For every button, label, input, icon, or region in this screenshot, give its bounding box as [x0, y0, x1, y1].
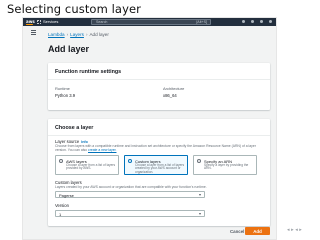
custom-layer-value: Pagerse	[59, 193, 74, 198]
version-label: Version	[55, 203, 69, 208]
runtime-settings-title: Function runtime settings	[55, 69, 122, 75]
custom-layers-description: Layers created by your AWS account or or…	[55, 185, 207, 189]
page-title: Add layer	[48, 44, 90, 54]
create-layer-link[interactable]: create a new layer.	[88, 148, 116, 152]
choose-layer-header: Choose a layer	[48, 119, 270, 136]
slide-title: Selecting custom layer	[7, 2, 141, 16]
menu-icon[interactable]	[31, 30, 36, 36]
runtime-value: Python 3.9	[55, 93, 76, 98]
custom-layer-select[interactable]: Pagerse	[55, 191, 205, 198]
runtime-label: Runtime	[55, 86, 70, 91]
aws-logo-smile	[26, 24, 33, 25]
add-button-label: Add	[253, 228, 262, 234]
radio-selected-icon[interactable]	[128, 159, 132, 163]
option-aws-layers[interactable]: AWS layers Choose a layer from a list of…	[55, 155, 119, 175]
search-placeholder: Search	[96, 20, 108, 24]
console-screenshot: aws Services Search [Alt+S] Lambda › Lay…	[22, 17, 277, 240]
architecture-value: x86_64	[163, 93, 177, 98]
services-button[interactable]: Services	[43, 19, 58, 24]
option-specify-arn[interactable]: Specify an ARN Specify a layer by provid…	[193, 155, 257, 175]
architecture-label: Architecture	[163, 86, 185, 91]
runtime-settings-header: Function runtime settings	[48, 63, 270, 80]
option-description: Specify a layer by providing the ARN.	[204, 162, 249, 171]
cloudshell-icon[interactable]	[242, 20, 245, 23]
option-description: Choose a layer from a list of layers cre…	[135, 162, 185, 175]
add-button[interactable]: Add	[245, 227, 270, 235]
cancel-button[interactable]: Cancel	[230, 229, 244, 234]
search-input[interactable]: Search [Alt+S]	[91, 19, 211, 25]
choose-layer-title: Choose a layer	[55, 125, 94, 131]
option-description: Choose a layer from a list of layers pro…	[66, 162, 116, 171]
version-value: 1	[59, 212, 62, 217]
version-select[interactable]: 1	[55, 210, 205, 217]
breadcrumb-current: Add layer	[89, 32, 109, 37]
layer-source-description: Choose from layers with a compatible run…	[55, 144, 260, 153]
breadcrumb: Lambda › Layers › Add layer	[48, 32, 109, 37]
top-right-icons	[242, 20, 272, 24]
runtime-settings-panel: Function runtime settings Runtime Python…	[48, 63, 270, 110]
chevron-right-icon: ›	[66, 32, 69, 37]
chevron-right-icon: ›	[85, 32, 88, 37]
breadcrumb-lambda[interactable]: Lambda	[48, 32, 65, 37]
breadcrumb-layers[interactable]: Layers	[70, 32, 84, 37]
choose-layer-panel: Choose a layer Layer source Info Choose f…	[48, 119, 270, 226]
option-custom-layers[interactable]: Custom layers Choose a layer from a list…	[124, 155, 188, 175]
notifications-icon[interactable]	[251, 20, 254, 23]
help-icon[interactable]	[260, 20, 263, 23]
search-shortcut: [Alt+S]	[196, 20, 207, 24]
slide-navigation-controls[interactable]: ◂ ▸ ◂ ▸	[287, 227, 302, 233]
caret-down-icon	[199, 213, 201, 215]
layer-source-description-text: Choose from layers with a compatible run…	[55, 144, 256, 153]
radio-icon[interactable]	[59, 159, 63, 163]
aws-top-navigation: aws Services Search [Alt+S]	[23, 18, 276, 26]
caret-down-icon	[199, 194, 201, 196]
services-grid-icon[interactable]	[37, 20, 41, 24]
radio-icon[interactable]	[197, 159, 201, 163]
account-menu-icon[interactable]	[269, 20, 272, 23]
